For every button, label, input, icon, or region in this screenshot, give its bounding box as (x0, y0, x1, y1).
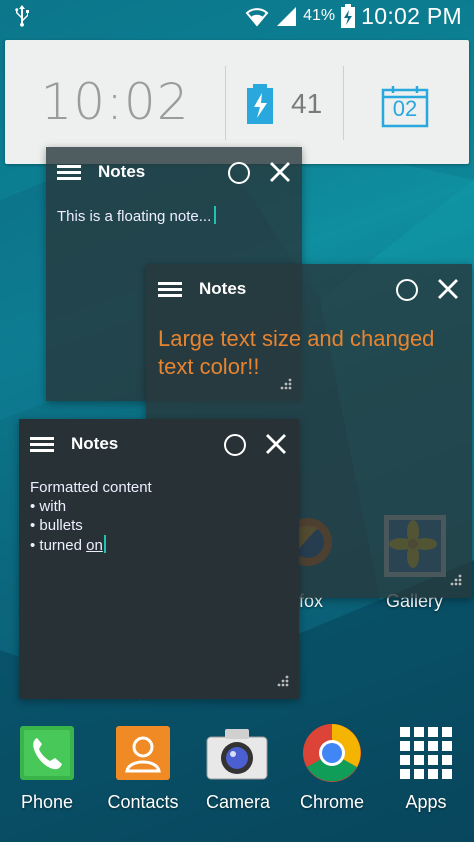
status-bar: 41% 10:02 PM (0, 0, 474, 32)
minimize-icon[interactable] (228, 162, 250, 184)
note-body: This is a floating note... (57, 208, 212, 225)
close-icon[interactable] (436, 277, 460, 301)
divider (343, 66, 344, 140)
text-cursor (214, 206, 217, 224)
minimize-icon[interactable] (224, 434, 246, 456)
menu-icon[interactable] (158, 282, 182, 298)
camera-icon[interactable] (205, 725, 269, 781)
note-title: Notes (98, 162, 146, 181)
battery-percent: 41% (303, 7, 336, 24)
dock-label[interactable]: Phone (0, 792, 102, 813)
note-text[interactable]: Formatted content • with • bullets • tur… (30, 478, 152, 555)
divider (225, 66, 226, 140)
widget-battery-value: 41 (291, 88, 323, 119)
battery-charging-icon (341, 4, 356, 28)
text-cursor (103, 535, 106, 553)
underlined-word: on (86, 537, 103, 554)
close-icon[interactable] (264, 432, 288, 456)
floating-note-3[interactable]: Notes Formatted content • with • bullets… (19, 419, 299, 699)
battery-charging-icon (247, 84, 273, 124)
menu-icon[interactable] (30, 437, 54, 453)
widget-clock: 10:02 (40, 73, 190, 131)
minimize-icon[interactable] (396, 279, 418, 301)
status-time: 10:02 PM (361, 2, 462, 29)
dock-label[interactable]: Apps (371, 792, 474, 813)
widget-calendar-day: 02 (392, 96, 418, 121)
note-title: Notes (199, 279, 247, 298)
resize-handle-icon[interactable] (448, 574, 462, 588)
note-line: • turned (30, 537, 87, 554)
note-header[interactable]: Notes (19, 419, 299, 471)
chrome-icon[interactable] (302, 723, 362, 783)
menu-icon[interactable] (57, 165, 81, 181)
apps-grid-icon[interactable] (398, 725, 454, 781)
note-header[interactable]: Notes (46, 147, 302, 199)
note-text[interactable]: This is a floating note... (57, 206, 217, 226)
note-line: Formatted content (30, 479, 152, 496)
note-title: Notes (71, 434, 119, 453)
note-line: • with (30, 498, 67, 515)
dock-label[interactable]: Contacts (88, 792, 198, 813)
wifi-icon (245, 8, 269, 27)
note-header[interactable]: Notes (146, 264, 472, 316)
signal-icon (277, 7, 297, 26)
resize-handle-icon[interactable] (275, 675, 289, 689)
usb-icon (15, 5, 29, 27)
clock-widget[interactable]: 10:02 41 02 (5, 40, 469, 164)
resize-handle-icon[interactable] (278, 378, 292, 392)
contacts-icon[interactable] (115, 725, 171, 781)
note-line: • bullets (30, 517, 83, 534)
close-icon[interactable] (268, 160, 292, 184)
phone-icon[interactable] (19, 725, 75, 781)
note-body[interactable]: Large text size and changed text color!! (158, 325, 458, 381)
